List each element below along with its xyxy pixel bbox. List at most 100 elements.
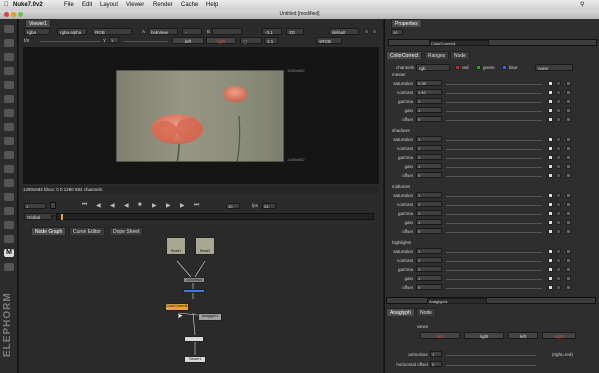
midtones-saturation-slider[interactable] <box>446 196 542 197</box>
midtones-gain-field[interactable]: 1 <box>416 219 442 225</box>
midtones-saturation-field[interactable]: 1 <box>416 192 442 198</box>
playhead[interactable] <box>61 214 63 220</box>
highlights-saturation-channel-toggle[interactable] <box>556 249 561 254</box>
midtones-contrast-slider[interactable] <box>446 205 542 206</box>
channel-tool-icon[interactable] <box>4 67 14 75</box>
close-window-icon[interactable] <box>4 12 9 17</box>
highlights-saturation-slider[interactable] <box>446 252 542 253</box>
anaglyph1-node[interactable]: Anaglyph1 <box>198 313 222 321</box>
global-range-select[interactable]: Global <box>24 213 52 220</box>
midtones-gain-animation-icon[interactable] <box>566 220 571 225</box>
highlights-gamma-field[interactable]: 1 <box>416 266 442 272</box>
last-frame-icon[interactable]: ⏭ <box>194 202 199 209</box>
display-channel-select[interactable]: RGB <box>92 28 132 35</box>
master-saturation-channel-toggle[interactable] <box>556 81 561 86</box>
highlights-saturation-field[interactable]: 1 <box>416 248 442 254</box>
filter-tool-icon[interactable] <box>4 95 14 103</box>
read1-node[interactable]: Read1 <box>166 237 186 255</box>
image-tool-icon[interactable] <box>4 25 14 33</box>
anaglyph-name-field[interactable]: Anaglyph1 <box>427 298 487 304</box>
master-gain-slider[interactable] <box>446 111 542 112</box>
shadows-gain-channel-toggle[interactable] <box>556 164 561 169</box>
tab-node[interactable]: Node <box>450 51 470 59</box>
section-master[interactable]: master <box>392 72 406 77</box>
highlights-contrast-slider[interactable] <box>446 261 542 262</box>
highlights-gamma-animation-icon[interactable] <box>566 267 571 272</box>
other-tool-icon[interactable] <box>4 221 14 229</box>
shadows-gamma-field[interactable]: 1 <box>416 154 442 160</box>
master-gamma-slider[interactable] <box>446 102 542 103</box>
time-tool-icon[interactable] <box>4 53 14 61</box>
shadows-gain-animation-icon[interactable] <box>566 164 571 169</box>
master-offset-color-swatch[interactable] <box>548 117 553 122</box>
midtones-contrast-animation-icon[interactable] <box>566 202 571 207</box>
midtones-gamma-channel-toggle[interactable] <box>556 211 561 216</box>
particles-tool-icon[interactable] <box>4 193 14 201</box>
alpha-channel-select[interactable]: rgba.alpha <box>57 28 87 35</box>
amtcolour-slider[interactable] <box>446 355 536 356</box>
horizontal-offset-field[interactable]: 0 <box>430 361 442 367</box>
shadows-offset-channel-toggle[interactable] <box>556 173 561 178</box>
midtones-saturation-channel-toggle[interactable] <box>556 193 561 198</box>
shadows-offset-field[interactable]: 0 <box>416 172 442 178</box>
search-icon[interactable]: ⚲ <box>580 0 584 10</box>
midtones-gamma-animation-icon[interactable] <box>566 211 571 216</box>
shadows-gain-field[interactable]: 1 <box>416 163 442 169</box>
green-checkbox[interactable] <box>476 65 481 70</box>
section-shadows[interactable]: shadows <box>392 128 410 133</box>
shadows-contrast-channel-toggle[interactable] <box>556 146 561 151</box>
master-gamma-color-swatch[interactable] <box>548 99 553 104</box>
midtones-offset-channel-toggle[interactable] <box>556 229 561 234</box>
shadows-saturation-field[interactable]: 1 <box>416 136 442 142</box>
proxy-select[interactable]: 1:1 <box>264 37 278 44</box>
tab-viewer1[interactable]: Viewer1 <box>25 19 51 27</box>
highlights-gain-channel-toggle[interactable] <box>556 276 561 281</box>
keyer-tool-icon[interactable] <box>4 109 14 117</box>
shadows-gamma-animation-icon[interactable] <box>566 155 571 160</box>
app-menu[interactable]: Nuke7.0v2 <box>13 0 43 10</box>
tab-anaglyph[interactable]: Anaglyph <box>386 308 415 316</box>
view-right-button[interactable]: right <box>464 332 504 339</box>
master-offset-slider[interactable] <box>446 120 542 121</box>
next-key-icon[interactable]: ▶ <box>180 202 185 209</box>
midtones-contrast-color-swatch[interactable] <box>548 202 553 207</box>
stop-icon[interactable]: ■ <box>138 202 142 208</box>
highlights-gamma-color-swatch[interactable] <box>548 267 553 272</box>
roi-icon[interactable]: ▢ <box>240 37 262 44</box>
master-gamma-animation-icon[interactable] <box>566 99 571 104</box>
channels-select[interactable]: rgba <box>24 28 50 35</box>
gain-slider[interactable] <box>40 41 100 42</box>
highlights-gain-animation-icon[interactable] <box>566 276 571 281</box>
master-contrast-color-swatch[interactable] <box>548 90 553 95</box>
m-tool-icon[interactable]: M <box>4 249 14 257</box>
highlights-offset-slider[interactable] <box>446 288 542 289</box>
colorspace-select[interactable]: sRGB <box>316 37 342 44</box>
midtones-contrast-channel-toggle[interactable] <box>556 202 561 207</box>
zoom-select[interactable]: -3.1 <box>262 28 282 35</box>
menu-cache[interactable]: Cache <box>181 0 198 10</box>
gamma-field[interactable]: 1 <box>109 37 119 43</box>
highlights-offset-color-swatch[interactable] <box>548 285 553 290</box>
tab-properties[interactable]: Properties <box>391 19 422 27</box>
highlights-offset-animation-icon[interactable] <box>566 285 571 290</box>
minimize-window-icon[interactable] <box>11 12 16 17</box>
node-name-field[interactable]: ColorCorrect1 <box>429 40 489 46</box>
highlights-gamma-slider[interactable] <box>446 270 542 271</box>
midtones-gamma-slider[interactable] <box>446 214 542 215</box>
master-gain-color-swatch[interactable] <box>548 108 553 113</box>
step-forward-icon[interactable]: ▶ <box>166 202 171 209</box>
master-contrast-animation-icon[interactable] <box>566 90 571 95</box>
shadows-gamma-slider[interactable] <box>446 158 542 159</box>
highlights-contrast-color-swatch[interactable] <box>548 258 553 263</box>
shadows-contrast-field[interactable]: 1 <box>416 145 442 151</box>
mask-channel-select[interactable]: none <box>535 64 573 71</box>
view-right2-button[interactable]: right <box>542 332 576 339</box>
amtcolour-field[interactable]: 1 <box>430 351 442 357</box>
master-saturation-color-swatch[interactable] <box>548 81 553 86</box>
section-midtones[interactable]: midtones <box>392 184 410 189</box>
midtones-offset-color-swatch[interactable] <box>548 229 553 234</box>
color-tool-icon[interactable] <box>4 81 14 89</box>
highlights-contrast-animation-icon[interactable] <box>566 258 571 263</box>
gamma-slider[interactable] <box>124 41 168 42</box>
highlights-offset-channel-toggle[interactable] <box>556 285 561 290</box>
